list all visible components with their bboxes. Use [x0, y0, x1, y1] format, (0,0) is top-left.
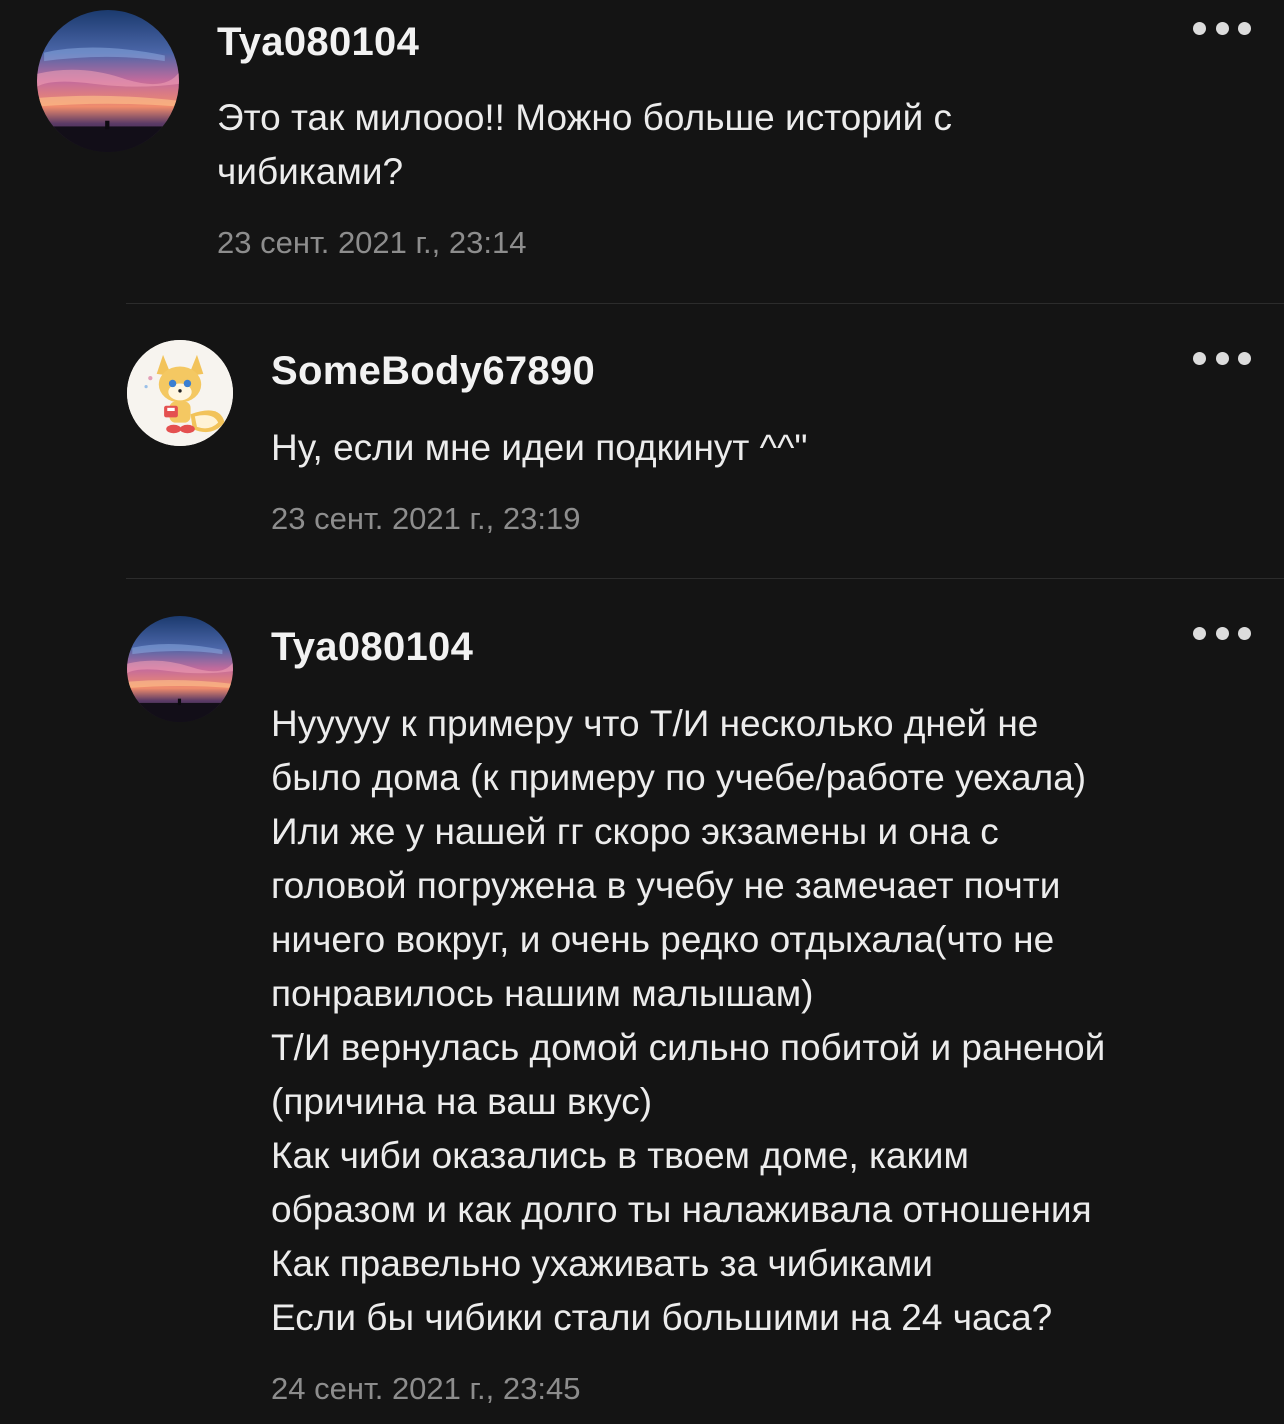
user-avatar[interactable]	[127, 340, 233, 446]
user-avatar[interactable]	[37, 10, 179, 152]
dot	[1215, 21, 1229, 35]
dot	[1238, 626, 1251, 640]
reply-comment: Tya080104 Нууууу к примеру что Т/И неско…	[0, 579, 1284, 1424]
comment-text: Ну, если мне идеи подкинут ^^"	[271, 427, 808, 468]
sunset-sky-avatar-icon	[37, 10, 179, 152]
dot	[1238, 21, 1251, 35]
comment: Tya080104 Это так милооо!! Можно больше …	[0, 0, 1284, 303]
comment-timestamp: 24 сент. 2021 г., 23:45	[271, 1371, 581, 1406]
comment-text: Это так милооо!! Можно больше историй с …	[217, 97, 953, 192]
more-options-icon[interactable]	[1193, 623, 1251, 643]
fox-character-avatar-icon	[127, 340, 233, 446]
comment-text: Нууууу к примеру что Т/И несколько дней …	[271, 703, 1106, 1338]
comment-username[interactable]: SomeBody67890	[271, 349, 595, 394]
comment-username[interactable]: Tya080104	[217, 20, 419, 65]
user-avatar[interactable]	[127, 616, 233, 722]
dot	[1215, 351, 1229, 365]
more-options-icon[interactable]	[1193, 348, 1251, 368]
dot	[1238, 351, 1251, 365]
more-options-icon[interactable]	[1193, 18, 1251, 38]
dot	[1193, 21, 1206, 35]
dot	[1215, 626, 1229, 640]
dot	[1193, 626, 1206, 640]
comment-timestamp: 23 сент. 2021 г., 23:19	[271, 501, 581, 536]
comment-username[interactable]: Tya080104	[271, 625, 473, 670]
comment-timestamp: 23 сент. 2021 г., 23:14	[217, 225, 527, 260]
sunset-sky-avatar-icon	[127, 616, 233, 722]
reply-comment: SomeBody67890 Ну, если мне идеи подкинут…	[0, 304, 1284, 579]
dot	[1193, 351, 1206, 365]
